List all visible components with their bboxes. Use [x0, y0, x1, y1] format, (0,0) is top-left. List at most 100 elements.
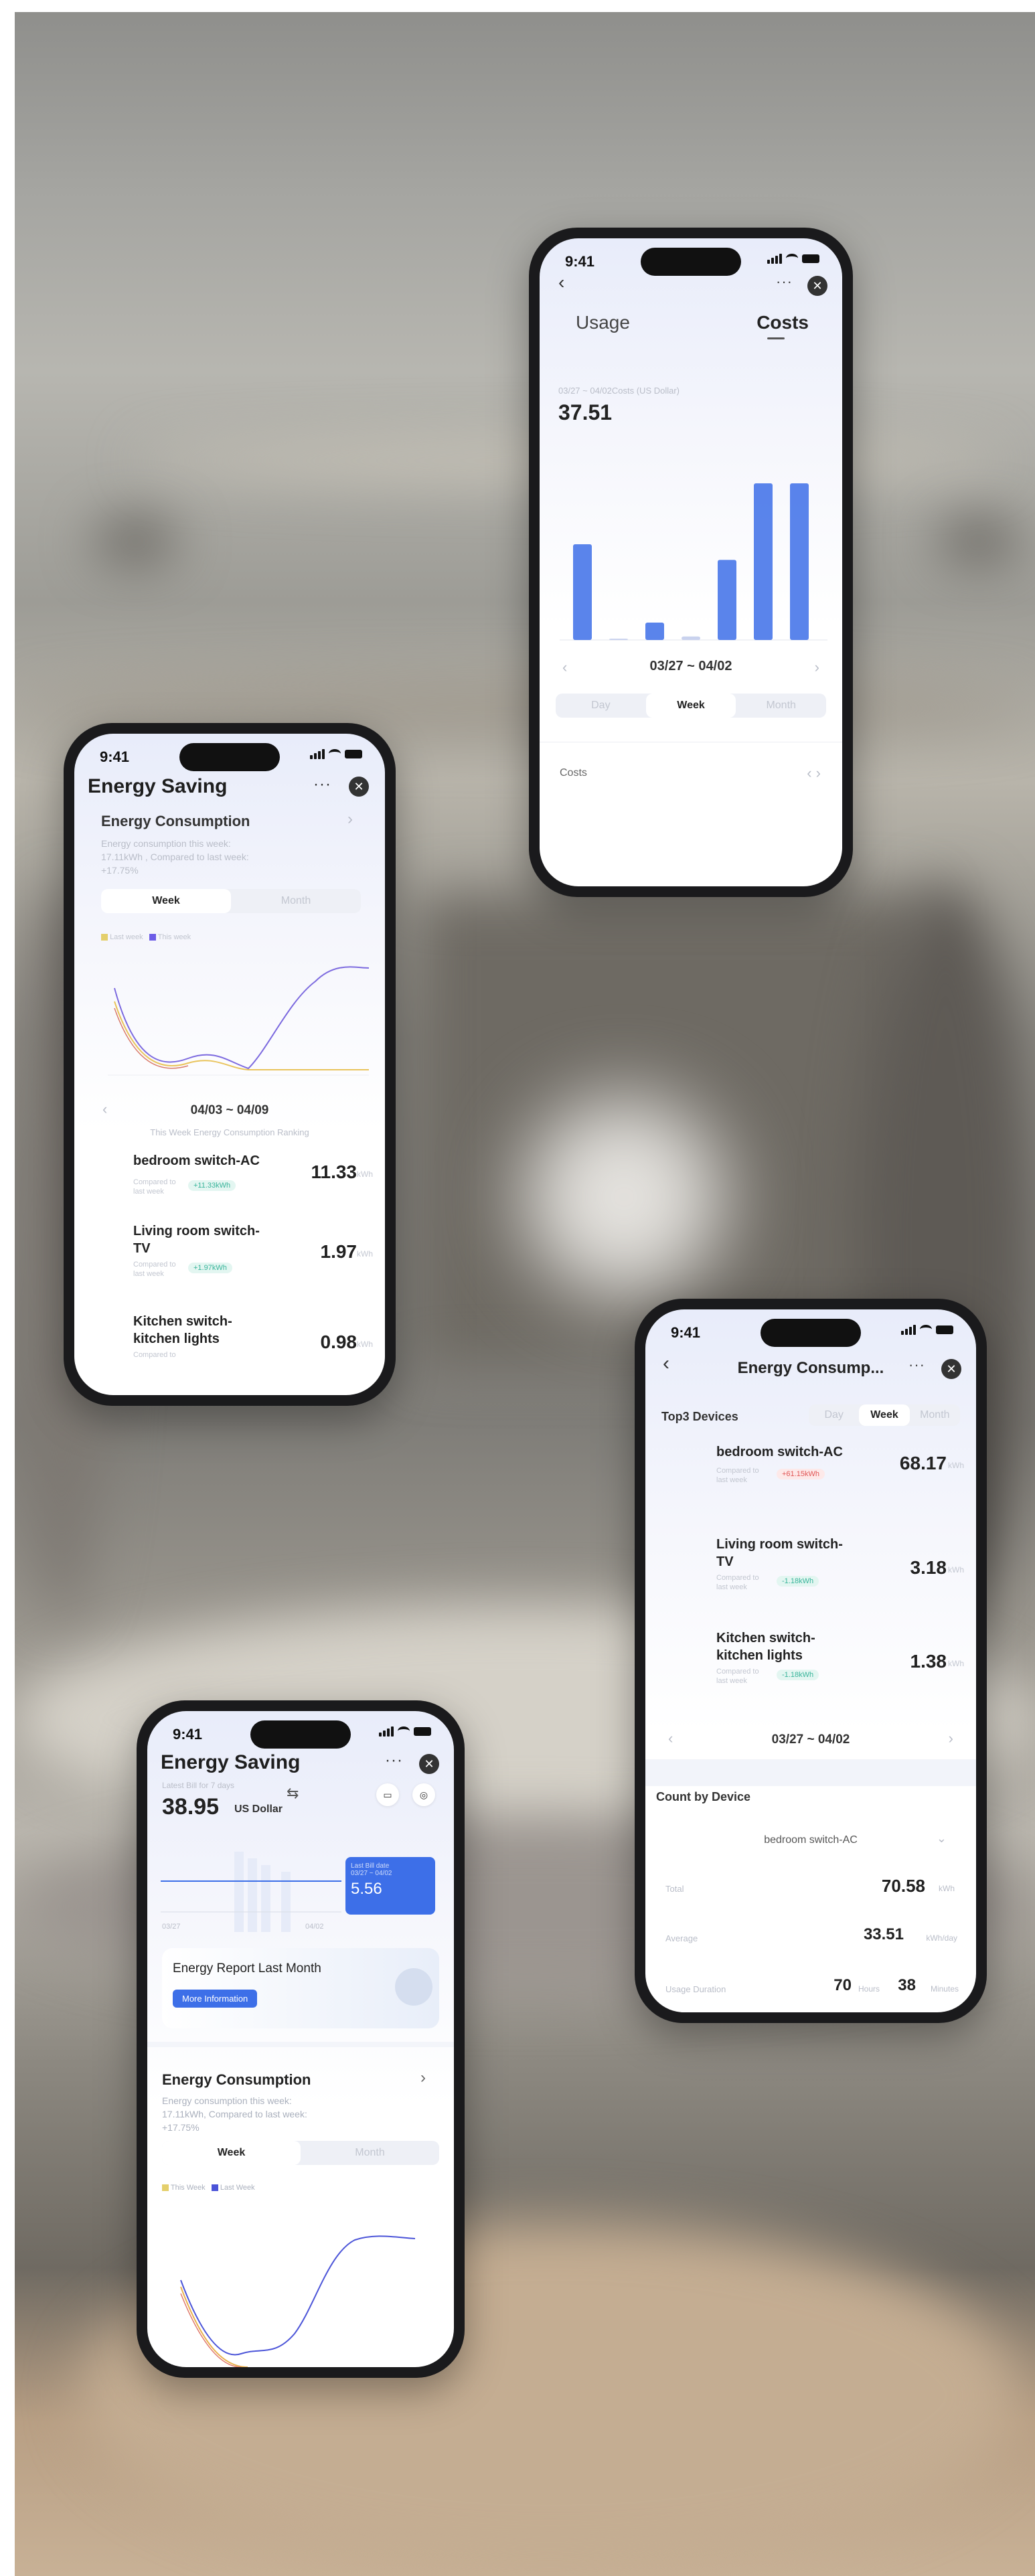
- section-title: Energy Consumption: [101, 813, 250, 829]
- tab-costs[interactable]: Costs: [757, 312, 809, 333]
- summary-text: Energy consumption this week: 17.11kWh , …: [101, 838, 249, 876]
- close-icon[interactable]: ✕: [419, 1754, 439, 1774]
- legend-this-label: This week: [157, 933, 191, 941]
- period-selector: Day Week Month: [809, 1404, 960, 1426]
- section-chevron-icon[interactable]: ›: [347, 810, 353, 829]
- list-item[interactable]: bedroom switch-AC Compared to last week …: [74, 1152, 385, 1232]
- tab-usage[interactable]: Usage: [576, 312, 630, 333]
- device-unit: kWh: [948, 1659, 964, 1668]
- device-compare-caption: Compared to last week: [133, 1178, 176, 1196]
- close-icon[interactable]: ✕: [941, 1359, 961, 1379]
- device-value: 11.33: [311, 1161, 357, 1182]
- compare-line: [180, 2293, 242, 2367]
- device-compare-caption: Compared to last week: [716, 1574, 759, 1591]
- divider: [645, 1759, 976, 1786]
- costs-bar-chart: [560, 483, 827, 641]
- period-selector: Week Month: [101, 889, 361, 913]
- bill-caption: Latest Bill for 7 days: [162, 1781, 235, 1790]
- device-value: 68.17: [899, 1453, 947, 1473]
- period-week[interactable]: Week: [859, 1404, 910, 1426]
- status-bar: 9:41: [540, 246, 842, 273]
- period-month[interactable]: Month: [910, 1404, 960, 1426]
- page-title: Energy Saving: [88, 775, 228, 797]
- device-icon[interactable]: ▭: [376, 1783, 399, 1806]
- chevron-down-icon[interactable]: ⌄: [937, 1832, 947, 1846]
- device-name: bedroom switch-AC: [133, 1153, 260, 1168]
- tab-indicator: [767, 337, 785, 339]
- status-bar: 9:41: [147, 1719, 454, 1746]
- more-icon[interactable]: ···: [313, 775, 331, 794]
- settings-icon[interactable]: ◎: [412, 1783, 435, 1806]
- tooltip-range: 03/27 ~ 04/02: [351, 1870, 392, 1877]
- next-range-icon[interactable]: ›: [949, 1730, 953, 1747]
- list-item[interactable]: Kitchen switch-kitchen lights Compared t…: [74, 1313, 385, 1393]
- device-name: Kitchen switch-: [133, 1314, 232, 1329]
- period-selector: Week Month: [162, 2141, 439, 2165]
- device-value: 0.98: [320, 1332, 357, 1352]
- device-change-badge: +1.97kWh: [188, 1263, 232, 1273]
- back-icon[interactable]: ‹: [558, 272, 564, 293]
- period-month[interactable]: Month: [231, 889, 361, 913]
- device-unit: kWh: [357, 1340, 373, 1349]
- average-row-unit: kWh/day: [926, 1933, 957, 1943]
- legend-this-swatch: [149, 934, 156, 941]
- device-compare-caption: Compared to last week: [716, 1668, 759, 1685]
- period-week[interactable]: Week: [162, 2141, 301, 2165]
- this-week-line: [114, 966, 370, 1070]
- device-unit: kWh: [357, 1170, 373, 1179]
- divider: [147, 2042, 454, 2047]
- costs-screen: 9:41 ‹ ··· ✕ Usage Costs 03/27 ~ 04/02Co…: [540, 238, 842, 886]
- period-week[interactable]: Week: [645, 694, 736, 718]
- legend-last-swatch: [101, 934, 108, 941]
- section-chevron-icon[interactable]: ›: [420, 2069, 426, 2087]
- list-item[interactable]: Living room switch- TV Compared to last w…: [74, 1222, 385, 1303]
- signal-icon: [379, 1726, 394, 1737]
- cost-bar: [609, 639, 628, 640]
- status-bar: 9:41: [645, 1317, 976, 1344]
- last-week-line: [114, 1001, 369, 1070]
- period-week[interactable]: Week: [101, 889, 231, 913]
- phone-costs: 9:41 ‹ ··· ✕ Usage Costs 03/27 ~ 04/02Co…: [529, 228, 853, 897]
- wifi-icon: [398, 1726, 410, 1736]
- next-range-icon[interactable]: ›: [815, 659, 819, 676]
- bill-currency: US Dollar: [234, 1803, 283, 1815]
- list-item[interactable]: Living room switch- TV Compared to last w…: [645, 1536, 976, 1616]
- energy-consumption-screen: 9:41 ‹ Energy Consump... ··· ✕ Top3 Devi…: [645, 1309, 976, 2012]
- signal-icon: [767, 253, 782, 264]
- device-select[interactable]: bedroom switch-AC: [645, 1834, 976, 1846]
- date-range: 03/27 ~ 04/02: [649, 659, 732, 673]
- duration-hours-value: 70: [833, 1976, 852, 1994]
- status-time: 9:41: [671, 1324, 701, 1341]
- battery-icon: [936, 1325, 953, 1334]
- period-day[interactable]: Day: [809, 1404, 859, 1426]
- period-month[interactable]: Month: [736, 694, 826, 718]
- more-icon[interactable]: ···: [908, 1356, 925, 1374]
- device-value: 3.18: [910, 1557, 947, 1578]
- device-change-badge: -1.18kWh: [777, 1670, 819, 1680]
- period-day[interactable]: Day: [556, 694, 646, 718]
- device-name: Living room switch-: [716, 1537, 843, 1552]
- report-illustration-icon: [395, 1968, 432, 2006]
- device-change-badge: +11.33kWh: [188, 1180, 236, 1191]
- cost-bar: [682, 636, 700, 640]
- list-item[interactable]: Kitchen switch-kitchen lights Compared t…: [645, 1629, 976, 1710]
- costs-row-chevron-icon[interactable]: ‹ ›: [807, 764, 821, 782]
- status-time: 9:41: [173, 1726, 203, 1743]
- period-month[interactable]: Month: [301, 2141, 439, 2165]
- list-item[interactable]: bedroom switch-AC Compared to last week …: [645, 1443, 976, 1524]
- device-unit: kWh: [948, 1565, 964, 1575]
- switch-icon[interactable]: ⇆: [287, 1785, 299, 1802]
- more-icon[interactable]: ···: [385, 1751, 403, 1770]
- device-unit: kWh: [948, 1461, 964, 1470]
- wifi-icon: [920, 1325, 932, 1334]
- device-compare-caption: Compared to last week: [716, 1467, 759, 1484]
- date-range: 04/03 ~ 04/09: [190, 1103, 269, 1117]
- more-information-button[interactable]: More Information: [173, 1990, 258, 2008]
- axis-start-label: 03/27: [162, 1923, 181, 1931]
- chart-legend: Last week This week: [101, 933, 191, 941]
- cost-bar: [645, 623, 664, 640]
- close-icon[interactable]: ✕: [807, 276, 827, 296]
- close-icon[interactable]: ✕: [349, 777, 369, 797]
- more-icon[interactable]: ···: [776, 273, 793, 291]
- energy-report-card[interactable]: Energy Report Last Month More Informatio…: [162, 1948, 439, 2028]
